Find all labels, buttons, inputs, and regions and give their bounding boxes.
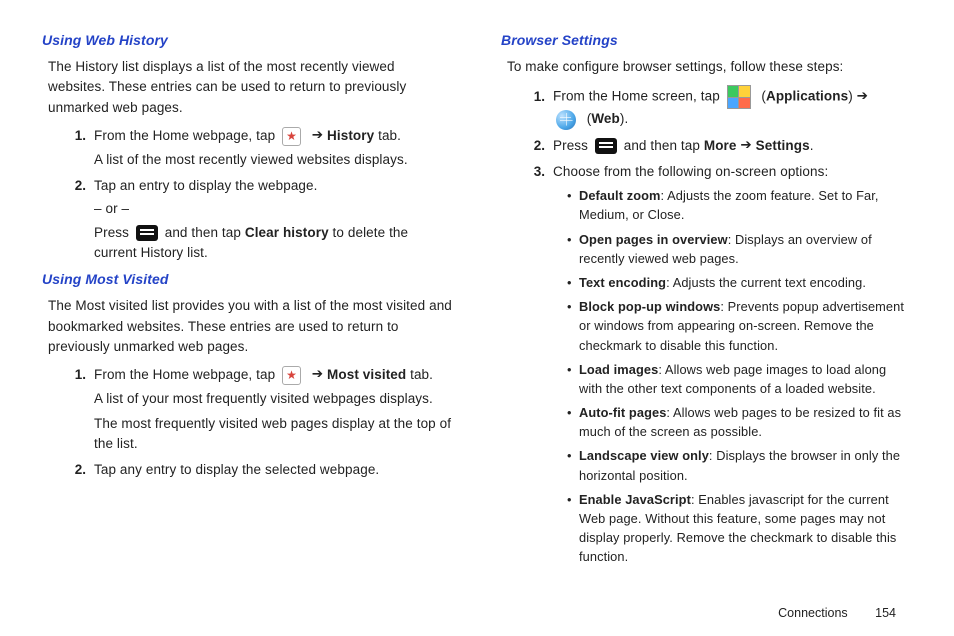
intro-web-history: The History list displays a list of the … [48,57,453,118]
text: Press [553,138,592,153]
text: Tap an entry to display the webpage. [94,178,318,193]
opt-label: Landscape view only [579,448,709,463]
text: Press [94,225,133,240]
settings-label: Settings [756,138,810,153]
web-label: Web [591,111,620,126]
heading-web-history: Using Web History [42,30,453,51]
arrow-icon: ➔ [857,86,868,106]
intro-most-visited: The Most visited list provides you with … [48,296,453,357]
step: Tap any entry to display the selected we… [90,460,453,480]
list-item: Open pages in overview: Displays an over… [567,230,912,268]
step: Choose from the following on-screen opti… [549,162,912,567]
arrow-icon: ➔ [312,364,323,384]
opt-label: Block pop-up windows [579,299,720,314]
list-item: Load images: Allows web page images to l… [567,360,912,398]
list-item: Enable JavaScript: Enables javascript fo… [567,490,912,567]
history-tab-label: History [327,128,374,143]
step-sub: A list of the most recently viewed websi… [94,150,453,170]
text: Choose from the following on-screen opti… [553,164,828,179]
right-column: Browser Settings To make configure brows… [477,28,912,618]
opt-label: Load images [579,362,658,377]
steps-most-visited: From the Home webpage, tap ➔ Most visite… [42,365,453,480]
applications-label: Applications [766,89,848,104]
step-sub: The most frequently visited web pages di… [94,414,453,455]
most-visited-tab-label: Most visited [327,367,406,382]
step-sub: A list of your most frequently visited w… [94,389,453,409]
menu-icon [595,138,617,154]
text: tab. [406,367,433,382]
steps-web-history: From the Home webpage, tap ➔ History tab… [42,126,453,264]
text: From the Home webpage, tap [94,367,279,382]
list-item: Auto-fit pages: Allows web pages to be r… [567,403,912,441]
left-column: Using Web History The History list displ… [42,28,477,618]
steps-browser-settings: From the Home screen, tap (Applications)… [501,85,912,566]
heading-most-visited: Using Most Visited [42,269,453,290]
opt-label: Enable JavaScript [579,492,691,507]
step: From the Home webpage, tap ➔ History tab… [90,126,453,171]
text: and then tap [624,138,704,153]
more-label: More [704,138,737,153]
text: From the Home screen, tap [553,89,724,104]
heading-browser-settings: Browser Settings [501,30,912,51]
step: Press and then tap More ➔ Settings. [549,136,912,156]
text: Tap any entry to display the selected we… [94,462,379,477]
opt-label: Open pages in overview [579,232,728,247]
web-globe-icon [556,110,576,130]
clear-history-label: Clear history [245,225,329,240]
opt-desc: : Adjusts the current text encoding. [666,275,866,290]
arrow-icon: ➔ [312,125,323,145]
menu-icon [136,225,158,241]
intro-browser-settings: To make configure browser settings, foll… [507,57,912,77]
text: tab. [374,128,401,143]
opt-label: Default zoom [579,188,661,203]
manual-page: Using Web History The History list displ… [0,0,954,636]
step-sub: Press and then tap Clear history to dele… [94,223,453,264]
footer-page-number: 154 [875,606,896,620]
text: From the Home webpage, tap [94,128,279,143]
footer-section: Connections [778,606,848,620]
opt-label: Auto-fit pages [579,405,666,420]
bookmark-star-icon [282,127,301,146]
arrow-icon: ➔ [740,135,751,155]
bookmark-star-icon [282,366,301,385]
list-item: Text encoding: Adjusts the current text … [567,273,912,292]
opt-label: Text encoding [579,275,666,290]
list-item: Default zoom: Adjusts the zoom feature. … [567,186,912,224]
applications-grid-icon [727,85,751,109]
or-separator: – or – [94,199,453,219]
list-item: Landscape view only: Displays the browse… [567,446,912,484]
text: and then tap [165,225,245,240]
settings-options-list: Default zoom: Adjusts the zoom feature. … [553,186,912,566]
step: From the Home screen, tap (Applications)… [549,85,912,129]
step: From the Home webpage, tap ➔ Most visite… [90,365,453,454]
list-item: Block pop-up windows: Prevents popup adv… [567,297,912,355]
step: Tap an entry to display the webpage. – o… [90,176,453,263]
page-footer: Connections 154 [778,606,896,620]
